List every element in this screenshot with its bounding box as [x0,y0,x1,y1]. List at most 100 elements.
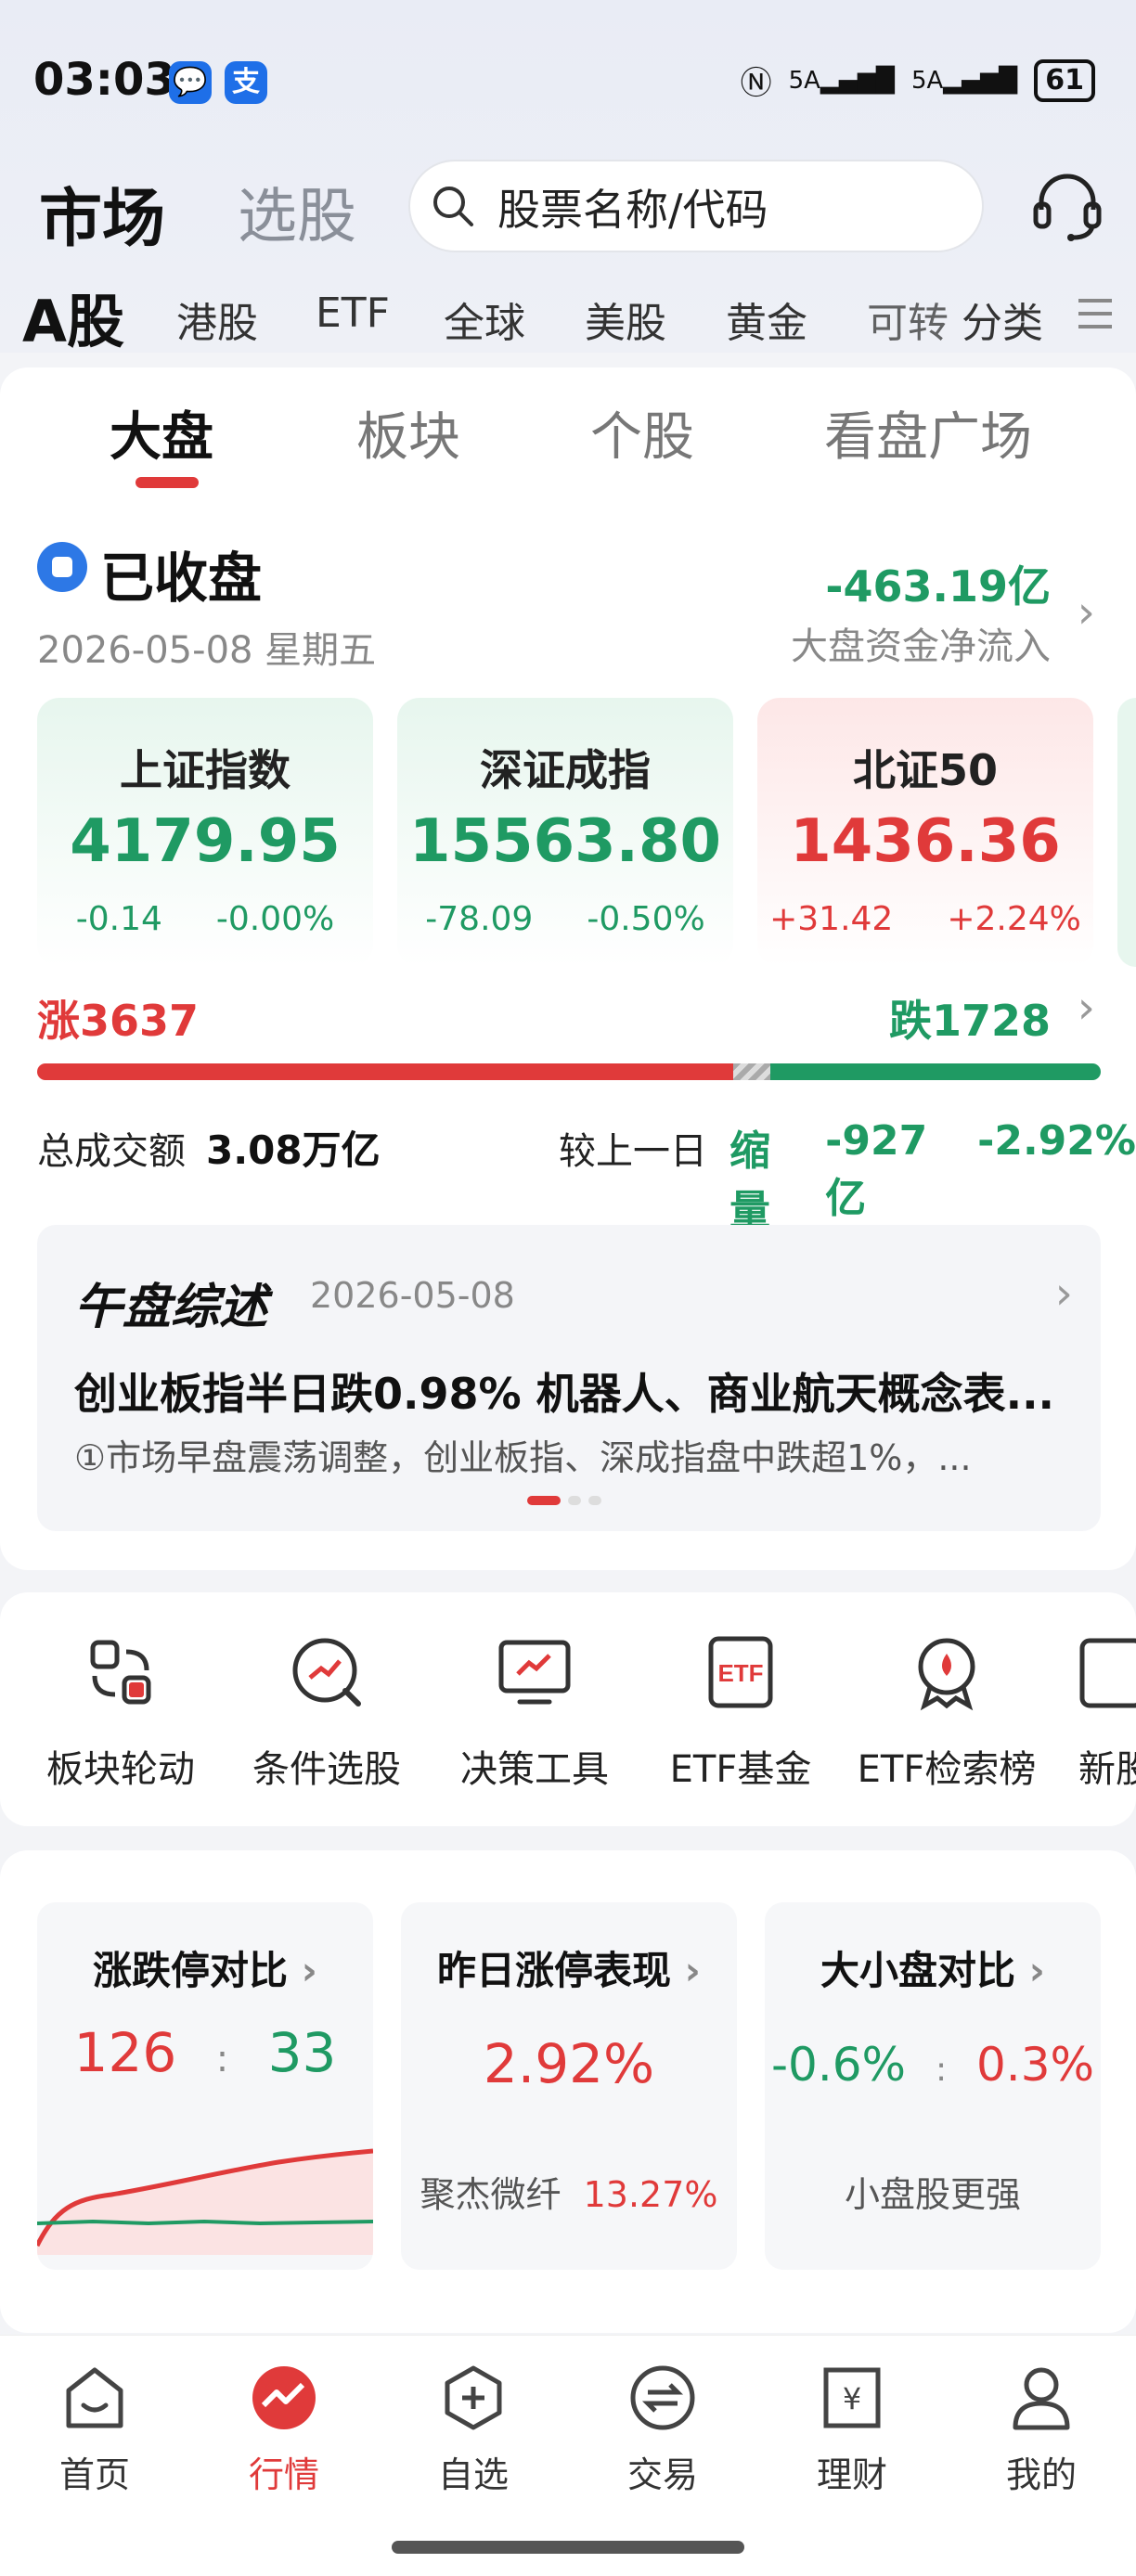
message-notification-icon: 💬 [169,61,212,104]
net-flow-value[interactable]: -463.19亿 [825,553,1051,614]
index-value: 4179.95 [70,807,341,876]
condition-select-icon [292,1638,361,1707]
yesterday-limit-title: 昨日涨停表现 › [437,1948,701,1993]
category-convertible[interactable]: 可转 [867,290,949,349]
chevron-right-icon: › [1028,1948,1045,1993]
home-indicator [392,2541,744,2554]
chevron-right-icon[interactable]: › [1055,1268,1073,1320]
index-name: 北证50 [852,745,998,795]
index-card-shenzhen[interactable]: 深证成指 15563.80 -78.09 -0.50% [397,698,733,967]
category-a-share[interactable]: A股 [22,275,124,358]
index-card-next-peek [1117,698,1136,967]
index-card-shanghai[interactable]: 上证指数 4179.95 -0.14 -0.00% [37,698,373,967]
subtab-plaza[interactable]: 看盘广场 [824,395,1032,470]
compare-amount: -927亿 [825,1117,928,1222]
tool-sector-rotation[interactable]: 板块轮动 [19,1633,223,1793]
carousel-dot-active [527,1496,561,1505]
signal-2-icon: 5A▂▄▆█ [910,66,1018,95]
subtab-stocks[interactable]: 个股 [590,395,694,470]
limit-compare-values: 126 : 33 [37,2021,373,2084]
customer-service-icon[interactable] [1028,167,1106,245]
compare-values: 缩量 -927亿 -2.92% [729,1117,1136,1236]
nav-watchlist[interactable]: 自选 [379,2363,568,2497]
category-gold[interactable]: 黄金 [726,290,807,349]
index-change-pct: +2.24% [947,900,1081,938]
profile-icon [1013,2367,1070,2430]
category-global[interactable]: 全球 [444,290,525,349]
yesterday-limit-stock: 聚杰微纤 13.27% [401,2166,737,2217]
index-card-bse50[interactable]: 北证50 1436.36 +31.42 +2.24% [757,698,1093,967]
limit-compare-title: 涨跌停对比 › [93,1948,317,1993]
subtab-overview[interactable]: 大盘 [110,395,213,470]
trade-icon [630,2365,695,2430]
size-compare-title: 大小盘对比 › [820,1948,1045,1993]
tab-stock-picker[interactable]: 选股 [238,169,356,254]
yesterday-limit-card[interactable]: 昨日涨停表现 › 2.92% 聚杰微纤 13.27% [401,1902,737,2270]
index-value: 15563.80 [408,807,722,876]
system-icons: Ⓝ 5A▂▄▆█ 5A▂▄▆█ 61 [741,58,1095,103]
news-date: 2026-05-08 [310,1275,515,1316]
subtab-sector[interactable]: 板块 [356,395,460,470]
tool-decision[interactable]: 决策工具 [432,1633,637,1793]
new-stock-icon [1079,1638,1136,1708]
tool-label: 决策工具 [460,1748,609,1791]
search-placeholder: 股票名称/代码 [497,185,768,235]
tool-condition-select[interactable]: 条件选股 [225,1633,429,1793]
news-title[interactable]: 创业板指半日跌0.98% 机器人、商业航天概念表... [74,1360,1058,1422]
subtab-indicator [136,477,199,488]
limit-compare-card[interactable]: 涨跌停对比 › 126 : 33 [37,1902,373,2270]
index-change-pct: -0.50% [587,900,705,938]
news-summary: ①市场早盘震荡调整，创业板指、深成指盘中跌超1%，... [74,1437,972,1478]
net-flow-label[interactable]: 大盘资金净流入 [791,616,1051,670]
compare-type: 缩量 [729,1127,770,1234]
advancers-count: 涨3637 [37,996,200,1046]
status-bar: 03:03 💬 支 Ⓝ 5A▂▄▆█ 5A▂▄▆█ 61 [0,0,1136,158]
market-closed-icon [37,542,87,592]
tool-new-stock[interactable]: 新股 [1051,1633,1136,1793]
breadth-bar-flat [733,1063,770,1080]
breadth-bar-down [770,1063,1101,1080]
size-compare-note: 小盘股更强 [844,2174,1021,2215]
index-change-points: -78.09 [425,900,534,938]
breadth-bar [37,1063,1101,1080]
tool-label: 板块轮动 [46,1748,195,1791]
market-date: 2026-05-08 星期五 [37,629,377,672]
category-us[interactable]: 美股 [585,290,666,349]
nav-market[interactable]: 行情 [189,2363,379,2497]
chevron-right-icon[interactable]: › [1078,586,1095,638]
tab-market[interactable]: 市场 [39,167,165,259]
nav-home[interactable]: 首页 [0,2363,189,2497]
category-classify[interactable]: 分类 [962,290,1043,349]
market-status: 已收盘 [100,547,263,610]
chevron-right-icon: › [684,1948,701,1993]
top-stock-pct: 13.27% [583,2174,718,2215]
turnover-label: 总成交额 [37,1130,186,1173]
nav-trade[interactable]: 交易 [568,2363,757,2497]
limit-trend-chart [37,2148,373,2255]
limit-separator: : [215,2038,229,2080]
category-etf[interactable]: ETF [316,290,390,337]
index-change-pct: -0.00% [215,900,335,938]
nav-profile[interactable]: 我的 [947,2363,1136,2497]
tool-etf-rank[interactable]: ETF检索榜 [845,1633,1049,1793]
turnover-value: 3.08万亿 [206,1127,381,1173]
tool-label: 新股 [1078,1748,1136,1791]
chevron-right-icon[interactable]: › [1078,982,1095,1034]
size-compare-card[interactable]: 大小盘对比 › -0.6% : 0.3% 小盘股更强 [765,1902,1101,2270]
svg-text:¥: ¥ [843,2381,861,2416]
tool-etf-fund[interactable]: ETF ETF基金 [639,1633,843,1793]
status-time: 03:03 [33,54,175,106]
menu-icon[interactable] [1075,295,1116,332]
index-value: 1436.36 [790,807,1061,876]
index-change: -78.09 -0.50% [397,900,733,938]
decliners-count[interactable]: 跌1728 [889,987,1051,1049]
watchlist-icon [445,2365,502,2430]
carousel-dots [527,1496,601,1505]
index-name: 上证指数 [120,745,290,795]
index-change: -0.14 -0.00% [37,900,373,938]
nav-label: 我的 [1005,2454,1077,2495]
decision-tool-icon [498,1640,571,1705]
category-hk[interactable]: 港股 [176,290,258,349]
limit-up-count: 126 [73,2021,177,2084]
nav-wealth[interactable]: ¥ 理财 [757,2363,947,2497]
